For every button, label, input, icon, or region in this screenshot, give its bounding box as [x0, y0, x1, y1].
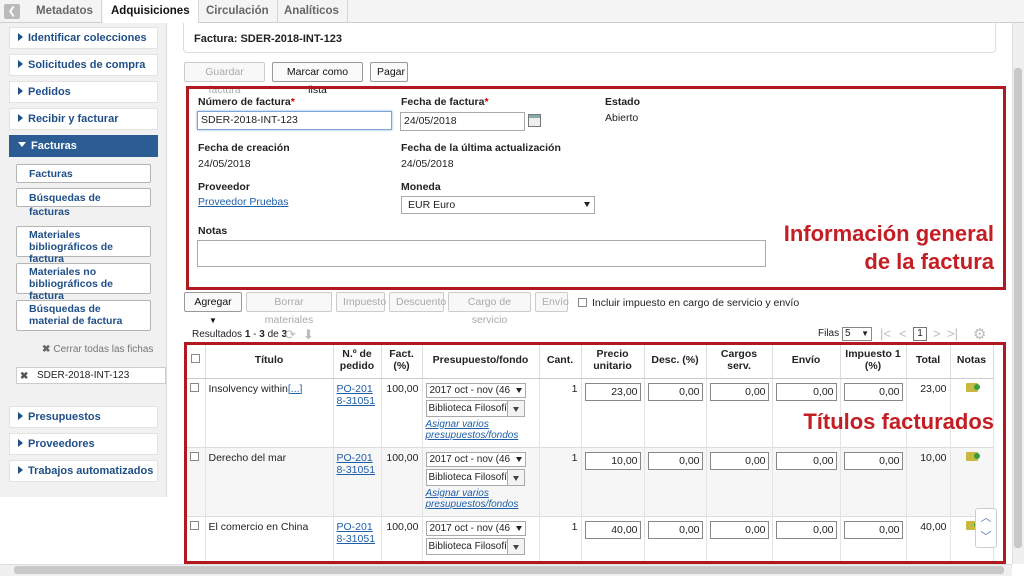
caret-right-icon — [18, 466, 23, 474]
caret-right-icon — [18, 60, 23, 68]
rows-label: Filas — [818, 328, 840, 339]
download-icon[interactable]: ⬇ — [303, 327, 314, 343]
sidebar-item-proveedores[interactable]: Proveedores — [9, 433, 158, 455]
sub-button-busquedas-facturas[interactable]: Búsquedas de facturas — [16, 188, 151, 218]
sub-button-materiales-no-bibliograficos[interactable]: Materiales no bibliográficos de factura — [16, 263, 151, 302]
close-icon[interactable]: ✖ — [20, 369, 28, 384]
open-tab-item[interactable]: ✖ SDER-2018-INT-123 — [16, 367, 166, 384]
sidebar-item-facturas[interactable]: Facturas — [9, 135, 158, 157]
invoiced-titles-highlight — [184, 342, 1006, 564]
next-page-icon[interactable]: > — [933, 326, 941, 341]
tab-circulacion[interactable]: Circulación — [198, 0, 278, 23]
sidebar-item-label: Identificar colecciones — [28, 32, 147, 44]
add-menu-button[interactable]: Agregar ▼ — [184, 292, 242, 325]
mark-ready-button[interactable]: Marcar como lista — [272, 62, 363, 96]
refresh-icon[interactable]: ⟳ — [285, 327, 296, 343]
annotation-general-info: Información general de la factura — [783, 221, 994, 274]
shipping-button[interactable]: Envío — [535, 292, 569, 312]
gear-icon[interactable]: ⚙ — [973, 325, 986, 343]
tab-analiticos[interactable]: Analíticos — [276, 0, 348, 23]
caret-right-icon — [18, 439, 23, 447]
close-icon: ✖ — [42, 344, 51, 355]
page-title: Factura: SDER-2018-INT-123 — [194, 33, 342, 45]
discount-button[interactable]: Descuento — [389, 292, 446, 312]
close-all-label: Cerrar todas las fichas — [53, 344, 154, 355]
include-tax-checkbox[interactable] — [578, 298, 587, 307]
add-label: Agregar — [194, 296, 232, 308]
open-tab-label: SDER-2018-INT-123 — [37, 370, 130, 381]
sidebar-item-pedidos[interactable]: Pedidos — [9, 81, 158, 103]
last-page-icon[interactable]: >| — [947, 326, 958, 341]
caret-right-icon — [18, 87, 23, 95]
sidebar: Identificar colecciones Solicitudes de c… — [0, 23, 167, 497]
sidebar-item-recibir[interactable]: Recibir y facturar — [9, 108, 158, 130]
sidebar-item-label: Solicitudes de compra — [28, 59, 146, 71]
caret-right-icon — [18, 114, 23, 122]
sidebar-item-label: Trabajos automatizados — [28, 465, 154, 477]
caret-down-icon — [18, 142, 26, 147]
service-charge-button[interactable]: Cargo de servicio — [448, 292, 531, 326]
scroll-nav-widget[interactable]: ︿ ﹀ — [975, 508, 997, 548]
caret-right-icon — [18, 412, 23, 420]
horizontal-scroll-thumb[interactable] — [14, 566, 1004, 574]
annotation-invoiced-titles: Títulos facturados — [803, 409, 994, 434]
sub-button-materiales-bibliograficos[interactable]: Materiales bibliográficos de factura — [16, 226, 151, 265]
back-arrow-icon[interactable]: ❮ — [4, 4, 20, 19]
chevron-down-icon[interactable]: ﹀ — [976, 528, 996, 547]
chevron-up-icon[interactable]: ︿ — [976, 509, 996, 528]
close-all-tabs-link[interactable]: ✖ Cerrar todas las fichas — [42, 344, 153, 355]
sidebar-item-label: Pedidos — [28, 86, 71, 98]
caret-right-icon — [18, 33, 23, 41]
results-summary: Resultados 1 - 3 de 3 — [192, 329, 288, 340]
tab-metadatos[interactable]: Metadatos — [28, 0, 102, 23]
page-number-input[interactable]: 1 — [913, 327, 927, 341]
sidebar-item-label: Presupuestos — [28, 411, 101, 423]
pay-button[interactable]: Pagar — [370, 62, 408, 82]
sidebar-item-label: Recibir y facturar — [28, 113, 119, 125]
chevron-down-icon: ▼ — [209, 316, 217, 325]
sidebar-item-identificar-colecciones[interactable]: Identificar colecciones — [9, 27, 158, 49]
sidebar-item-solicitudes[interactable]: Solicitudes de compra — [9, 54, 158, 76]
tab-adquisiciones[interactable]: Adquisiciones — [103, 0, 199, 23]
sub-button-busquedas-material[interactable]: Búsquedas de material de factura — [16, 300, 151, 331]
vertical-scroll-thumb[interactable] — [1014, 68, 1022, 548]
save-invoice-button[interactable]: Guardar factura — [184, 62, 265, 96]
sidebar-item-presupuestos[interactable]: Presupuestos — [9, 406, 158, 428]
sidebar-item-trabajos[interactable]: Trabajos automatizados — [9, 460, 158, 482]
sidebar-item-label: Facturas — [31, 140, 77, 152]
tax-button[interactable]: Impuesto — [336, 292, 386, 312]
sidebar-item-label: Proveedores — [28, 438, 95, 450]
rows-per-page-select[interactable]: 5 ▼ — [842, 327, 872, 341]
sub-button-facturas[interactable]: Facturas — [16, 164, 151, 183]
chevron-down-icon: ▼ — [861, 329, 869, 338]
delete-items-button[interactable]: Borrar materiales — [246, 292, 332, 326]
first-page-icon[interactable]: |< — [880, 326, 891, 341]
prev-page-icon[interactable]: < — [899, 326, 907, 341]
include-tax-label: Incluir impuesto en cargo de servicio y … — [592, 297, 800, 309]
